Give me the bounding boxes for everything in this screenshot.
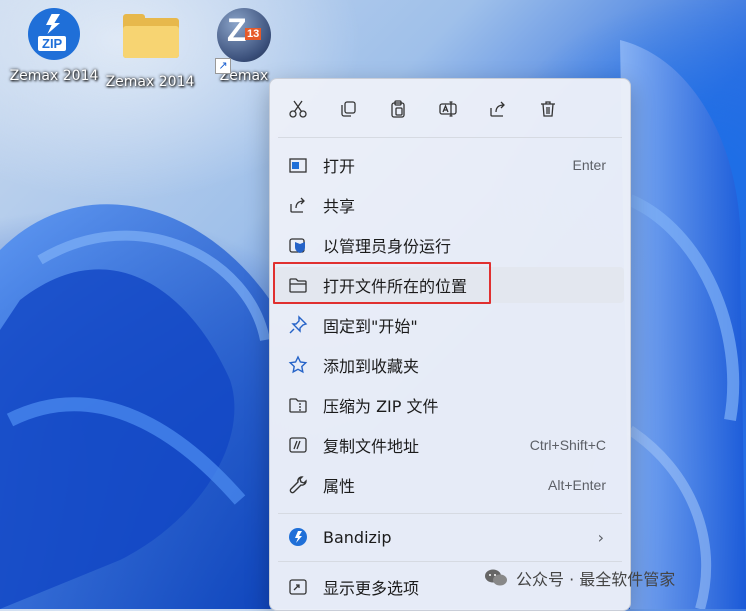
menu-item-label: 属性 — [323, 477, 356, 496]
menu-separator — [278, 513, 622, 514]
menu-item-label: 显示更多选项 — [323, 579, 420, 598]
bandizip-icon — [288, 527, 308, 547]
admin-shield-icon — [288, 235, 308, 255]
paste-icon[interactable] — [382, 93, 414, 125]
more-options-icon — [288, 577, 308, 597]
desktop-icon-label: Zemax 2014 — [105, 74, 195, 90]
menu-item-label: 共享 — [323, 197, 356, 216]
menu-item-label: 复制文件地址 — [323, 437, 420, 456]
menu-item-run-as-admin[interactable]: 以管理员身份运行 — [274, 227, 624, 263]
folder-icon — [123, 14, 179, 68]
watermark: 公众号 · 最全软件管家 — [484, 566, 675, 590]
wechat-icon — [485, 569, 507, 586]
menu-item-open[interactable]: 打开 Enter — [274, 147, 624, 183]
bandizip-archive-icon: ZIP — [27, 8, 81, 62]
menu-item-shortcut: Alt+Enter — [548, 477, 606, 493]
menu-item-label: 打开文件所在的位置 — [323, 277, 468, 296]
menu-item-label: 固定到"开始" — [323, 317, 418, 336]
menu-item-add-to-favorites[interactable]: 添加到收藏夹 — [274, 347, 624, 383]
context-menu: 打开 Enter 共享 以管理员身份运行 打开文件所在的位置 固定到"开始" 添… — [269, 78, 631, 611]
desktop-icon-zemax-2014-zip[interactable]: ZIP Zemax 2014 — [4, 8, 104, 84]
copy-path-icon — [288, 435, 308, 455]
menu-separator — [278, 561, 622, 562]
menu-item-pin-to-start[interactable]: 固定到"开始" — [274, 307, 624, 343]
cut-icon[interactable] — [282, 93, 314, 125]
share-icon — [288, 195, 308, 215]
chevron-right-icon: › — [597, 527, 604, 547]
copy-icon[interactable] — [332, 93, 364, 125]
menu-item-label: 添加到收藏夹 — [323, 357, 420, 376]
menu-item-shortcut: Ctrl+Shift+C — [529, 437, 606, 453]
zemax-version-badge: 13 — [245, 28, 262, 40]
zemax-13-icon: Z 13 ↗ — [215, 8, 271, 74]
open-icon — [288, 155, 308, 175]
menu-item-label: Bandizip — [323, 527, 392, 547]
wrench-icon — [288, 475, 308, 495]
zemax-glyph: Z — [227, 12, 247, 48]
menu-item-label: 压缩为 ZIP 文件 — [323, 397, 439, 416]
pin-icon — [288, 315, 308, 335]
share-icon[interactable] — [482, 93, 514, 125]
star-icon — [288, 355, 308, 375]
menu-item-properties[interactable]: 属性 Alt+Enter — [274, 467, 624, 503]
rename-icon[interactable] — [432, 93, 464, 125]
desktop-icon-label: Zemax 2014 — [9, 68, 99, 84]
context-menu-toolbar — [270, 89, 630, 129]
menu-separator — [278, 137, 622, 138]
menu-item-bandizip[interactable]: Bandizip › — [274, 519, 624, 555]
menu-item-compress-zip[interactable]: 压缩为 ZIP 文件 — [274, 387, 624, 423]
delete-icon[interactable] — [532, 93, 564, 125]
desktop-icon-zemax-shortcut[interactable]: Z 13 ↗ Zemax — [194, 8, 294, 84]
menu-item-label: 以管理员身份运行 — [323, 237, 452, 256]
folder-icon — [288, 275, 308, 295]
menu-item-label: 打开 — [323, 157, 356, 176]
zip-folder-icon — [288, 395, 308, 415]
menu-item-copy-path[interactable]: 复制文件地址 Ctrl+Shift+C — [274, 427, 624, 463]
zip-icon-glyph: ZIP — [38, 36, 67, 51]
menu-item-open-file-location[interactable]: 打开文件所在的位置 — [274, 267, 624, 303]
watermark-text: 公众号 · 最全软件管家 — [516, 570, 676, 589]
shortcut-arrow-icon: ↗ — [215, 58, 231, 74]
menu-item-share[interactable]: 共享 — [274, 187, 624, 223]
desktop-icon-zemax-2014-folder[interactable]: Zemax 2014 — [100, 8, 200, 90]
menu-item-shortcut: Enter — [572, 157, 606, 173]
